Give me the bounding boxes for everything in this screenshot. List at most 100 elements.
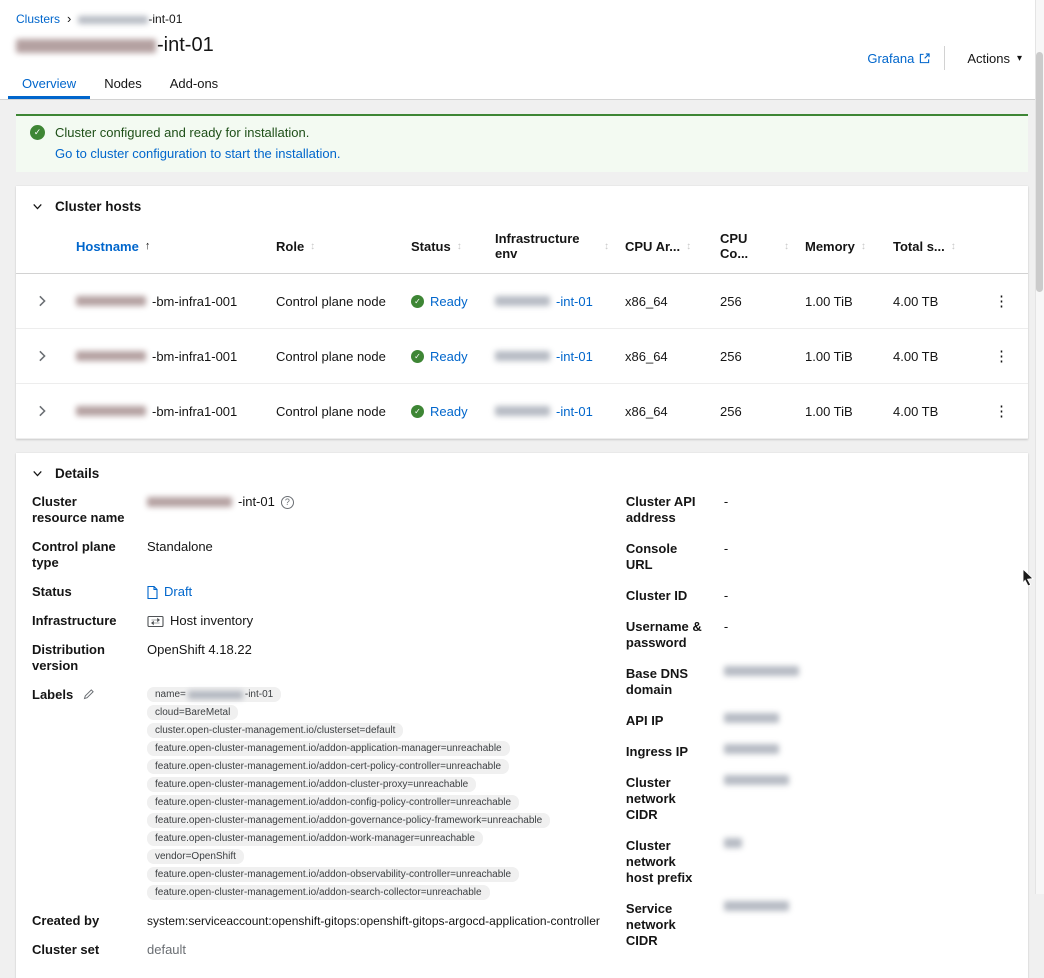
label-chip: feature.open-cluster-management.io/addon… xyxy=(147,795,520,810)
field-label: Ingress IP xyxy=(625,744,689,759)
cpu-arch-cell: x86_64 xyxy=(625,293,668,309)
sort-ascending-icon: ↑ xyxy=(144,240,151,252)
label-chip: feature.open-cluster-management.io/addon… xyxy=(147,885,490,900)
infra-env-link[interactable]: -int-01 xyxy=(556,404,593,419)
field-cluster-network-host-prefix: Cluster network host prefix xyxy=(626,838,1012,886)
role-cell: Control plane node xyxy=(276,293,386,309)
caret-down-icon: ▾ xyxy=(1016,52,1022,64)
field-distribution-version: Distribution version OpenShift 4.18.22 xyxy=(32,642,600,674)
field-infrastructure: Infrastructure Host inventory xyxy=(32,613,600,629)
kebab-column-header xyxy=(975,240,1028,258)
infra-env-link[interactable]: -int-01 xyxy=(556,294,593,309)
hostname-cell: -bm-infra1-001 xyxy=(68,278,268,325)
column-header-infra-env[interactable]: Infrastructure env ↕ xyxy=(487,225,617,273)
field-label: Cluster resource name xyxy=(32,494,125,525)
sort-icon: ↕ xyxy=(686,240,692,252)
row-kebab-menu[interactable]: ⋮ xyxy=(986,290,1017,312)
tab-addons[interactable]: Add-ons xyxy=(156,69,232,99)
redacted-text xyxy=(495,406,550,416)
field-value: OpenShift 4.18.22 xyxy=(147,642,252,657)
field-value: Standalone xyxy=(147,539,213,554)
chevron-right-icon xyxy=(39,350,46,362)
cpu-arch-cell: x86_64 xyxy=(625,403,668,419)
field-label: API IP xyxy=(625,713,664,728)
status-link[interactable]: Ready xyxy=(430,404,468,419)
hostname-cell: -bm-infra1-001 xyxy=(68,333,268,380)
field-label: Base DNS domain xyxy=(625,666,689,697)
redacted-text xyxy=(723,775,789,785)
row-kebab-menu[interactable]: ⋮ xyxy=(986,400,1017,422)
sort-icon: ↕ xyxy=(310,240,316,252)
field-cluster-network-cidr: Cluster network CIDR xyxy=(626,775,1012,823)
field-label: Labels xyxy=(32,687,129,703)
edit-pencil-icon[interactable] xyxy=(83,688,95,700)
field-label: Status xyxy=(32,584,72,599)
tab-nodes[interactable]: Nodes xyxy=(90,69,156,99)
redacted-text xyxy=(78,15,149,24)
column-header-role[interactable]: Role ↕ xyxy=(268,233,403,266)
field-value xyxy=(723,901,1012,911)
sort-icon: ↕ xyxy=(604,240,609,252)
divider xyxy=(944,46,946,70)
cluster-hosts-collapse-toggle[interactable] xyxy=(32,201,43,212)
redacted-text xyxy=(723,744,779,754)
alert-configuration-link[interactable]: Go to cluster configuration to start the… xyxy=(55,146,340,161)
redacted-text xyxy=(723,838,742,848)
breadcrumb-current: -int-01 xyxy=(78,12,182,26)
breadcrumb-separator-icon: › xyxy=(67,11,72,26)
column-header-cpu-cores[interactable]: CPU Co... ↕ xyxy=(712,225,797,273)
infra-env-link[interactable]: -int-01 xyxy=(556,349,593,364)
status-draft-link[interactable]: Draft xyxy=(164,584,192,600)
column-header-hostname[interactable]: Hostname ↑ xyxy=(68,233,268,266)
details-collapse-toggle[interactable] xyxy=(32,468,43,479)
expand-column-header xyxy=(16,240,68,258)
labels-chip-list: name= -int-01 cloud=BareMetal cluster.ope… xyxy=(147,687,600,900)
host-inventory-icon xyxy=(147,615,164,627)
field-cluster-id: Cluster ID - xyxy=(626,588,1012,604)
field-username-password: Username & password - xyxy=(626,619,1012,651)
label-chip: cloud=BareMetal xyxy=(147,705,239,720)
cluster-hosts-section-title: Cluster hosts xyxy=(55,199,142,214)
breadcrumb-clusters-link[interactable]: Clusters xyxy=(16,12,60,26)
total-storage-cell: 4.00 TB xyxy=(893,348,939,364)
vertical-scrollbar[interactable] xyxy=(1035,0,1044,894)
field-label: Cluster API address xyxy=(625,494,696,525)
field-status: Status Draft xyxy=(32,584,600,600)
grafana-link[interactable]: Grafana xyxy=(867,51,930,66)
cpu-cores-cell: 256 xyxy=(720,348,742,364)
help-icon[interactable]: ? xyxy=(280,495,294,509)
label-chip: feature.open-cluster-management.io/addon… xyxy=(147,813,551,828)
column-header-total-storage[interactable]: Total s... ↕ xyxy=(885,233,975,266)
tab-overview[interactable]: Overview xyxy=(8,69,91,99)
redacted-text xyxy=(187,690,243,699)
field-label: Cluster ID xyxy=(625,588,688,603)
grafana-link-label: Grafana xyxy=(867,50,915,66)
actions-dropdown-button[interactable]: Actions ▾ xyxy=(959,47,1030,70)
infra-env-cell: -int-01 xyxy=(487,388,617,435)
field-control-plane-type: Control plane type Standalone xyxy=(32,539,600,571)
status-link[interactable]: Ready xyxy=(430,294,468,309)
column-header-memory[interactable]: Memory ↕ xyxy=(797,233,885,266)
field-label: Console URL xyxy=(625,541,678,572)
field-value: Host inventory xyxy=(147,613,600,629)
row-kebab-menu[interactable]: ⋮ xyxy=(986,345,1017,367)
column-header-status[interactable]: Status ↕ xyxy=(403,233,487,266)
tab-bar: Overview Nodes Add-ons xyxy=(0,69,1044,100)
column-header-cpu-arch[interactable]: CPU Ar... ↕ xyxy=(617,233,712,266)
sort-icon: ↕ xyxy=(456,240,462,252)
label-chip: feature.open-cluster-management.io/addon… xyxy=(147,777,477,792)
total-storage-cell: 4.00 TB xyxy=(893,403,939,419)
chevron-down-icon xyxy=(33,204,42,210)
field-label: Distribution version xyxy=(32,642,105,673)
row-expand-toggle[interactable] xyxy=(37,405,47,417)
host-row: -bm-infra1-001 Control plane node ✓ Read… xyxy=(16,329,1028,384)
sort-icon: ↕ xyxy=(950,240,956,252)
scrollbar-thumb[interactable] xyxy=(1036,52,1043,292)
ready-status-icon: ✓ xyxy=(411,294,424,308)
field-value: - xyxy=(723,588,729,603)
field-value: -int-01 ? xyxy=(147,494,600,510)
page-content: ✓ Cluster configured and ready for insta… xyxy=(0,100,1044,978)
status-link[interactable]: Ready xyxy=(430,349,468,364)
row-expand-toggle[interactable] xyxy=(37,295,47,307)
row-expand-toggle[interactable] xyxy=(37,350,47,362)
